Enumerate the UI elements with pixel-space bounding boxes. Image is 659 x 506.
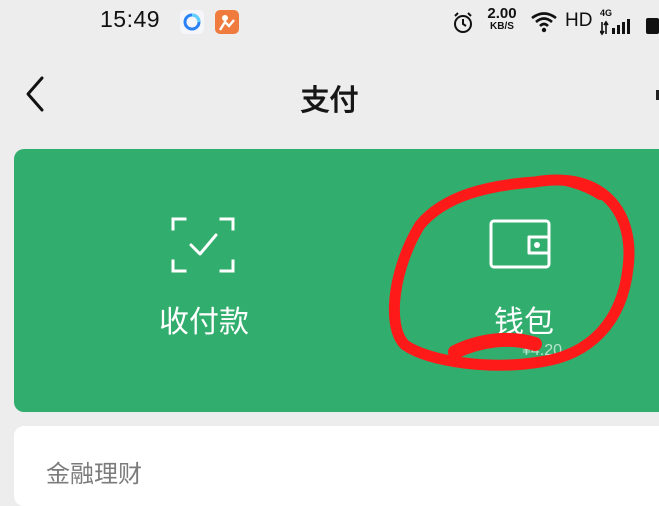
scan-check-icon (171, 217, 235, 273)
signal-label: 4G (600, 8, 613, 18)
network-type: HD (565, 10, 593, 31)
wallet-icon (489, 217, 553, 273)
browser-app-icon (180, 10, 204, 34)
signal-icon (599, 18, 640, 36)
page-title: 支付 (300, 83, 359, 117)
alarm-icon (452, 11, 474, 35)
collect-payment-label: 收付款 (159, 305, 249, 340)
wallet-button[interactable]: 钱包 ¥4.20 (434, 149, 614, 412)
pay-card: 收付款 钱包 ¥4.20 (14, 149, 659, 412)
collect-payment-button[interactable]: 收付款 (114, 149, 294, 412)
status-bar: 15:49 2.00 KB/S HD 4G (0, 0, 659, 50)
net-speed-value: 2.00 (487, 5, 517, 22)
finance-section[interactable]: 金融理财 (14, 426, 659, 506)
status-time: 15:49 (100, 6, 161, 32)
wifi-icon (530, 11, 558, 33)
orange-app-icon (215, 10, 239, 34)
net-speed: 2.00 KB/S (482, 6, 522, 32)
net-speed-unit: KB/S (490, 21, 514, 32)
wallet-balance: ¥4.20 (522, 342, 563, 359)
finance-title: 金融理财 (46, 460, 142, 488)
header: 支付 (0, 60, 659, 130)
wallet-label: 钱包 (494, 305, 554, 340)
battery-icon (646, 16, 659, 36)
